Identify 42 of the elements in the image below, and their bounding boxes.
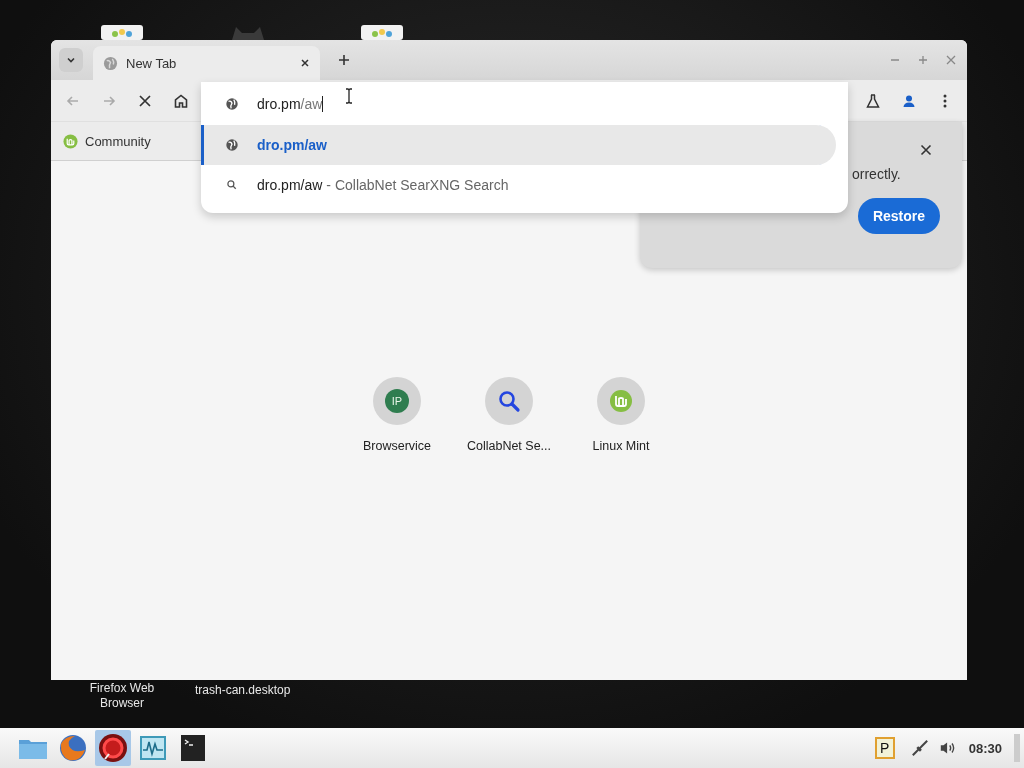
shortcut-label: Browservice (362, 439, 432, 453)
ring-app-icon (97, 732, 129, 764)
shortcut-label: CollabNet Se... (466, 439, 552, 453)
search-icon (226, 179, 238, 191)
tab-title: New Tab (126, 55, 178, 71)
mint-logo-icon (63, 133, 78, 149)
app-tile-icon[interactable] (101, 25, 143, 40)
suggestion-source: - CollabNet SearXNG Search (326, 177, 509, 193)
taskbar-handle[interactable] (1014, 734, 1020, 762)
suggestion-item[interactable]: dro.pm/aw (201, 125, 836, 165)
bookmark-label: Community (85, 133, 151, 149)
notification-text: orrectly. (852, 166, 901, 182)
network-icon[interactable] (910, 739, 929, 757)
shortcut-tile[interactable]: CollabNet Se... (453, 377, 565, 467)
mint-logo-icon (609, 389, 633, 413)
close-icon[interactable] (300, 58, 310, 68)
restore-button[interactable]: Restore (858, 198, 940, 234)
tab-list-button[interactable] (59, 48, 83, 72)
clipboard-tray-icon[interactable]: P (874, 737, 895, 759)
flask-icon[interactable] (865, 92, 881, 109)
suggestion-item[interactable]: dro.pm/aw - CollabNet SearXNG Search (201, 165, 836, 205)
address-field[interactable]: dro.pm/aw (257, 95, 324, 112)
site-badge: IP (385, 389, 409, 413)
text-cursor-icon (345, 88, 354, 104)
close-icon[interactable] (920, 144, 932, 156)
app-tile-icon[interactable] (361, 25, 403, 40)
clock[interactable]: 08:30 (968, 740, 1002, 756)
suggestion-text: dro.pm/aw (257, 137, 327, 153)
shortcut-label: Linux Mint (592, 439, 650, 453)
shortcut-tile[interactable]: IP Browservice (341, 377, 453, 467)
launcher-button[interactable] (95, 730, 131, 766)
plus-icon[interactable] (338, 54, 350, 66)
desktop-icon-label[interactable]: Firefox Web Browser (82, 681, 162, 711)
home-icon[interactable] (173, 92, 189, 109)
chevron-down-icon (66, 55, 76, 65)
stop-icon[interactable] (137, 92, 153, 109)
browser-tab[interactable]: New Tab (93, 46, 320, 80)
magnifier-icon (497, 389, 521, 413)
suggestion-text: dro.pm/aw (257, 177, 323, 193)
bookmark-item[interactable]: Community (63, 133, 151, 149)
desktop-icon-label[interactable]: trash-can.desktop (195, 683, 291, 698)
shortcut-tile[interactable]: Linux Mint (565, 377, 677, 467)
